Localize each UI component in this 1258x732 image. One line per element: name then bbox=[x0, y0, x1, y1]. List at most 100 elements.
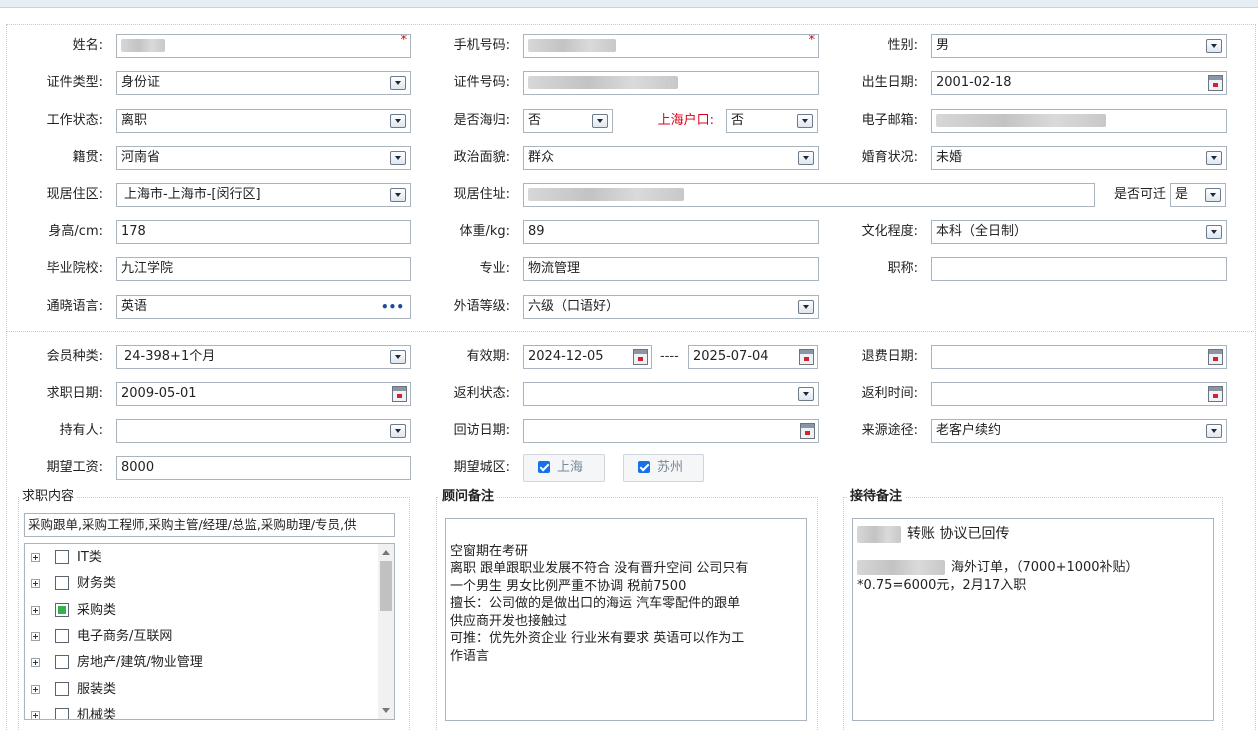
weight-input[interactable]: 89 bbox=[523, 220, 819, 244]
calendar-icon[interactable] bbox=[800, 423, 815, 439]
expand-plus-icon[interactable] bbox=[31, 579, 40, 589]
idtype-select[interactable]: 身份证 bbox=[116, 71, 411, 95]
dropdown-arrow-icon[interactable] bbox=[798, 300, 814, 314]
calendar-icon[interactable] bbox=[1208, 349, 1223, 365]
reception-note-line: 转账 协议已回传 bbox=[857, 522, 1209, 546]
checkbox-icon[interactable] bbox=[55, 655, 69, 670]
city-option-suzhou[interactable]: 苏州 bbox=[623, 454, 704, 482]
title-input[interactable] bbox=[931, 257, 1227, 281]
scroll-up-icon[interactable] bbox=[382, 550, 390, 555]
phone-input[interactable]: * bbox=[523, 34, 819, 58]
height-input[interactable]: 178 bbox=[116, 220, 411, 244]
language-input[interactable]: 英语 ••• bbox=[116, 295, 411, 319]
shhukou-select[interactable]: 否 bbox=[726, 109, 818, 133]
calendar-icon[interactable] bbox=[799, 349, 814, 365]
address-input[interactable] bbox=[523, 183, 1095, 207]
rebate-status-select[interactable] bbox=[523, 382, 819, 406]
jobdate-input[interactable]: 2009-05-01 bbox=[116, 382, 411, 406]
dropdown-arrow-icon[interactable] bbox=[1206, 39, 1222, 53]
checkbox-icon[interactable] bbox=[55, 707, 69, 719]
checkbox-icon[interactable] bbox=[55, 681, 69, 696]
checkbox-checked-icon[interactable] bbox=[55, 602, 69, 617]
city-label: 期望城区: bbox=[453, 460, 510, 475]
tree-item-label: 服装类 bbox=[77, 681, 117, 697]
expand-plus-icon[interactable] bbox=[31, 605, 40, 615]
dropdown-arrow-icon[interactable] bbox=[592, 114, 608, 128]
returnee-select[interactable]: 否 bbox=[523, 109, 613, 133]
political-select[interactable]: 群众 bbox=[523, 146, 819, 170]
checkbox-icon[interactable] bbox=[55, 550, 69, 564]
idno-input[interactable] bbox=[523, 71, 819, 95]
refund-date-input[interactable] bbox=[931, 345, 1227, 369]
school-input[interactable]: 九江学院 bbox=[116, 257, 411, 281]
email-input[interactable] bbox=[931, 109, 1227, 133]
scroll-down-icon[interactable] bbox=[382, 708, 390, 713]
salary-input[interactable]: 8000 bbox=[116, 456, 411, 480]
name-label: 姓名: bbox=[72, 38, 103, 53]
gender-select[interactable]: 男 bbox=[931, 34, 1227, 58]
expand-plus-icon[interactable] bbox=[31, 658, 40, 668]
calendar-icon[interactable] bbox=[633, 349, 648, 365]
job-content-title: 求职内容 bbox=[19, 489, 78, 505]
dropdown-arrow-icon[interactable] bbox=[1206, 225, 1222, 239]
calendar-icon[interactable] bbox=[1208, 75, 1223, 91]
language-value: 英语 bbox=[121, 299, 148, 314]
dropdown-arrow-icon[interactable] bbox=[798, 387, 814, 401]
expand-plus-icon[interactable] bbox=[31, 710, 40, 719]
workstatus-label: 工作状态: bbox=[46, 113, 103, 128]
consultant-note-line: 擅长：公司做的是做出口的海运 汽车零配件的跟单 bbox=[450, 596, 741, 611]
consultant-note-line: 离职 跟单跟职业发展不符合 没有晋升空间 公司只有 bbox=[450, 561, 749, 576]
dropdown-arrow-icon[interactable] bbox=[1206, 151, 1222, 165]
dropdown-arrow-icon[interactable] bbox=[1206, 424, 1222, 438]
consultant-notes-textarea[interactable]: 空窗期在考研 离职 跟单跟职业发展不符合 没有晋升空间 公司只有 一个男生 男女比例… bbox=[445, 518, 807, 721]
dropdown-arrow-icon[interactable] bbox=[390, 151, 406, 165]
checkbox-checked-icon[interactable] bbox=[638, 461, 650, 473]
reception-notes-textarea[interactable]: 转账 协议已回传 海外订单，（7000+1000补贴） *0.75=6000元，… bbox=[852, 518, 1214, 721]
height-label: 身高/cm: bbox=[48, 224, 103, 239]
birth-date-input[interactable]: 2001-02-18 bbox=[931, 71, 1227, 95]
dropdown-arrow-icon[interactable] bbox=[390, 424, 406, 438]
city-option-shanghai[interactable]: 上海 bbox=[523, 454, 605, 482]
valid-to-input[interactable]: 2025-07-04 bbox=[688, 345, 818, 369]
expand-plus-icon[interactable] bbox=[31, 684, 40, 694]
checkbox-icon[interactable] bbox=[55, 628, 69, 643]
workstatus-select[interactable]: 离职 bbox=[116, 109, 411, 133]
job-content-summary-input[interactable]: 采购跟单,采购工程师,采购主管/经理/总监,采购助理/专员,供 bbox=[24, 513, 395, 537]
expand-plus-icon[interactable] bbox=[31, 631, 40, 641]
marital-select[interactable]: 未婚 bbox=[931, 146, 1227, 170]
dropdown-arrow-icon[interactable] bbox=[390, 188, 406, 202]
relocate-select[interactable]: 是 bbox=[1170, 183, 1226, 207]
education-select[interactable]: 本科（全日制） bbox=[931, 220, 1227, 244]
source-select[interactable]: 老客户续约 bbox=[931, 419, 1227, 443]
scroll-thumb[interactable] bbox=[380, 561, 392, 611]
expand-plus-icon[interactable] bbox=[31, 553, 40, 562]
member-type-label: 会员种类: bbox=[46, 349, 103, 364]
calendar-icon[interactable] bbox=[392, 386, 407, 402]
dropdown-arrow-icon[interactable] bbox=[797, 114, 813, 128]
dropdown-arrow-icon[interactable] bbox=[390, 350, 406, 364]
dropdown-arrow-icon[interactable] bbox=[390, 114, 406, 128]
calendar-icon[interactable] bbox=[1208, 386, 1223, 402]
tree-scrollbar[interactable] bbox=[378, 544, 394, 719]
district-label: 现居住区: bbox=[46, 187, 103, 202]
job-category-tree: IT类 财务类 采购类 电子商务/互联网 房地产/建筑/物业管理 服装类 机械类 bbox=[24, 543, 395, 720]
district-select[interactable]: 上海市-上海市-[闵行区] bbox=[116, 183, 411, 207]
holder-select[interactable] bbox=[116, 419, 411, 443]
salary-value: 8000 bbox=[121, 460, 155, 475]
native-select[interactable]: 河南省 bbox=[116, 146, 411, 170]
langlevel-select[interactable]: 六级（口语好） bbox=[523, 295, 819, 319]
major-input[interactable]: 物流管理 bbox=[523, 257, 819, 281]
member-type-select[interactable]: 24-398+1个月 bbox=[116, 345, 411, 369]
langlevel-value: 六级（口语好） bbox=[528, 299, 620, 314]
rebate-time-input[interactable] bbox=[931, 382, 1227, 406]
dropdown-arrow-icon[interactable] bbox=[1205, 188, 1221, 202]
valid-from-input[interactable]: 2024-12-05 bbox=[523, 345, 652, 369]
name-input[interactable]: * bbox=[116, 34, 411, 58]
visit-date-input[interactable] bbox=[523, 419, 819, 443]
checkbox-icon[interactable] bbox=[55, 576, 69, 591]
dropdown-arrow-icon[interactable] bbox=[798, 151, 814, 165]
more-options-icon[interactable]: ••• bbox=[381, 301, 404, 313]
returnee-label: 是否海归: bbox=[453, 113, 510, 128]
dropdown-arrow-icon[interactable] bbox=[390, 76, 406, 90]
checkbox-checked-icon[interactable] bbox=[538, 461, 550, 473]
